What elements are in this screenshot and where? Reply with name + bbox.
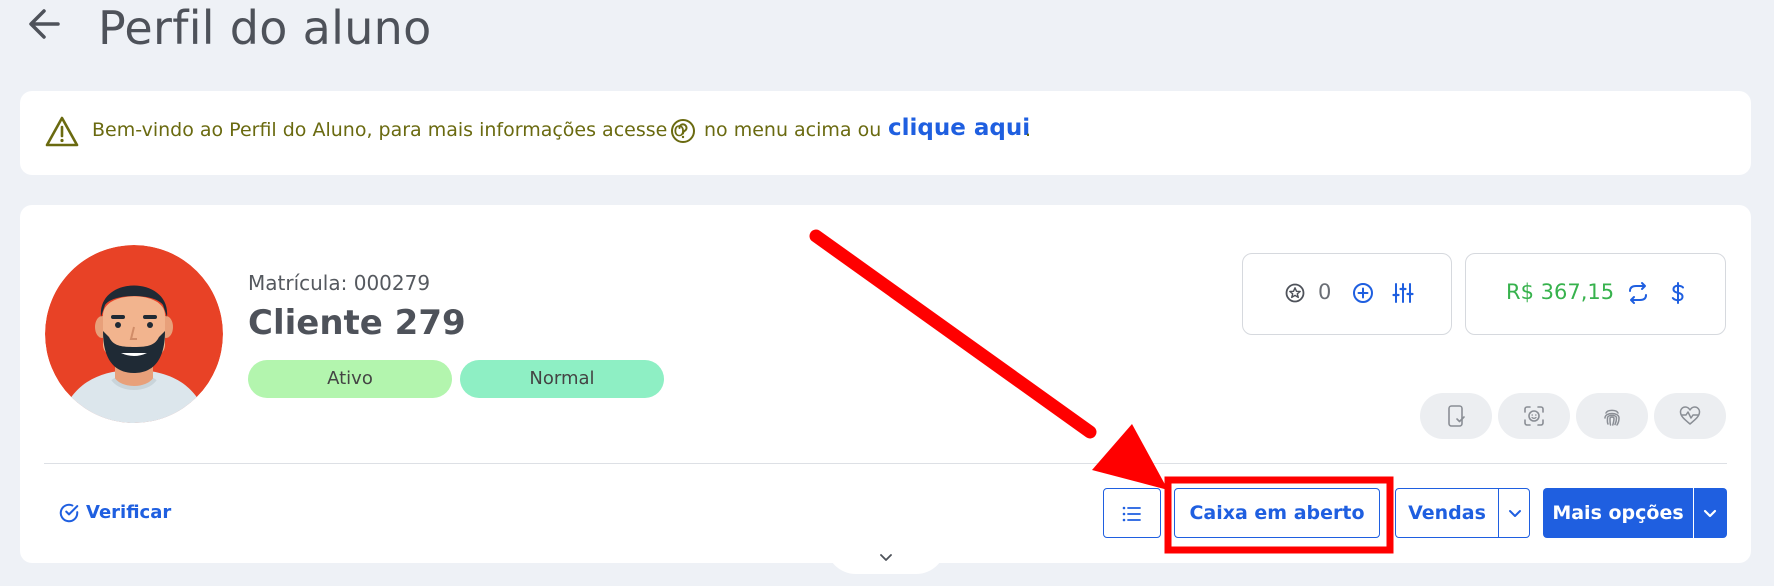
warning-triangle-icon xyxy=(45,116,79,147)
client-name: Cliente 279 xyxy=(248,303,466,343)
points-value: 0 xyxy=(1318,280,1332,304)
divider xyxy=(44,463,1727,464)
page-header: Perfil do aluno xyxy=(0,0,1774,60)
dollar-icon[interactable] xyxy=(1666,281,1690,305)
alert-text-start: Bem-vindo ao Perfil do Aluno, para mais … xyxy=(92,119,685,141)
alert-text-middle: no menu acima ou xyxy=(704,119,882,141)
points-box: 0 xyxy=(1242,253,1452,335)
registration-number: Matrícula: 000279 xyxy=(248,271,431,295)
page-title: Perfil do aluno xyxy=(98,1,432,55)
alert-text-end: . xyxy=(1025,119,1032,141)
phone-check-button[interactable] xyxy=(1420,393,1492,439)
face-scan-icon xyxy=(1524,406,1544,426)
sliders-icon[interactable] xyxy=(1391,281,1415,305)
balance-box: R$ 367,15 xyxy=(1465,253,1726,335)
more-options-dropdown-button[interactable] xyxy=(1694,488,1727,538)
fingerprint-button[interactable] xyxy=(1576,393,1648,439)
expand-details-tab[interactable] xyxy=(826,540,946,574)
phone-check-icon xyxy=(1448,405,1465,427)
swap-arrows-icon[interactable] xyxy=(1626,281,1650,305)
health-button[interactable] xyxy=(1654,393,1726,439)
star-badge-icon xyxy=(1285,283,1305,303)
welcome-alert: Bem-vindo ao Perfil do Aluno, para mais … xyxy=(20,91,1751,175)
list-view-button[interactable] xyxy=(1103,488,1161,538)
plus-circle-icon[interactable] xyxy=(1351,281,1375,305)
chevron-down-icon xyxy=(1509,510,1521,517)
avatar xyxy=(45,245,223,423)
verify-label: Verificar xyxy=(86,502,172,523)
status-badge-active: Ativo xyxy=(248,360,452,398)
chevron-down-icon xyxy=(880,554,892,561)
chevron-down-icon xyxy=(1703,509,1717,518)
sales-dropdown-button[interactable] xyxy=(1498,488,1530,538)
avatar-illustration xyxy=(45,245,223,423)
check-circle-icon xyxy=(59,503,79,523)
status-badge-normal: Normal xyxy=(460,360,664,398)
click-here-link[interactable]: clique aqui xyxy=(888,115,1030,141)
arrow-left-icon xyxy=(29,9,60,39)
more-options-button[interactable]: Mais opções xyxy=(1543,488,1693,538)
face-scan-button[interactable] xyxy=(1498,393,1570,439)
heart-pulse-icon xyxy=(1679,406,1701,425)
sales-button[interactable]: Vendas xyxy=(1395,488,1499,538)
open-cash-button[interactable]: Caixa em aberto xyxy=(1174,488,1380,538)
fingerprint-icon xyxy=(1604,409,1620,426)
balance-value: R$ 367,15 xyxy=(1506,280,1615,304)
question-circle-icon xyxy=(671,119,695,143)
back-button[interactable] xyxy=(24,4,64,44)
list-icon xyxy=(1122,506,1141,522)
profile-card: Matrícula: 000279 Cliente 279 Ativo Norm… xyxy=(20,205,1751,563)
